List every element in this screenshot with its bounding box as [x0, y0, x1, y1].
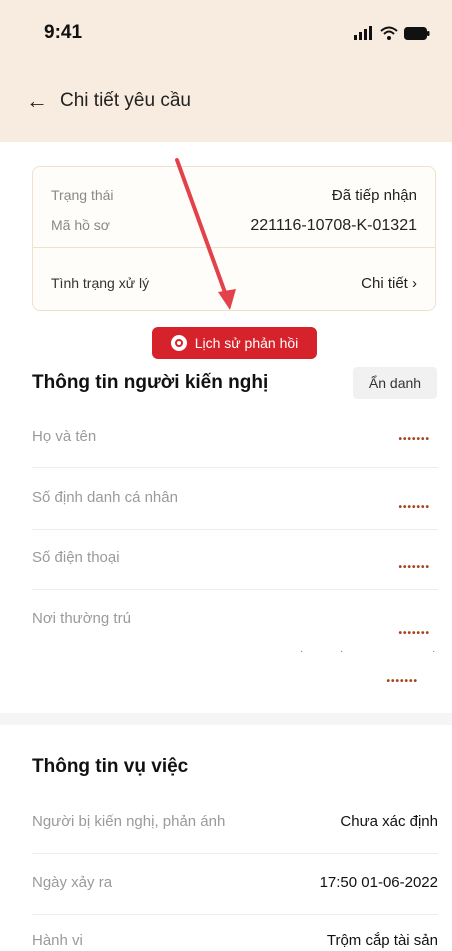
field-permanent-address: Nơi thường trú ••••••• · · · •••••••: [32, 610, 438, 710]
masked-value: •••••••: [398, 562, 430, 573]
header: 9:41 ← Chi tiết yêu cầu: [0, 0, 452, 142]
row-divider: [32, 529, 438, 530]
row-divider: [32, 589, 438, 590]
back-arrow-icon[interactable]: ←: [26, 88, 52, 114]
masked-value: •••••••: [398, 502, 430, 513]
history-button-label: Lịch sử phản hồi: [194, 335, 299, 351]
separator-dot: ·: [340, 646, 344, 657]
field-label: Số điện thoại: [32, 549, 120, 566]
status-row: Trạng thái Đã tiếp nhận: [51, 187, 417, 204]
case-row-date: Ngày xảy ra 17:50 01-06-2022: [32, 874, 438, 915]
processing-label: Tình trạng xử lý: [51, 275, 150, 291]
field-personal-id: Số định danh cá nhân •••••••: [32, 489, 438, 531]
status-card: Trạng thái Đã tiếp nhận Mã hồ sơ 221116-…: [32, 166, 436, 311]
case-label: Hành vi: [32, 932, 83, 949]
signal-icon: [354, 26, 372, 40]
case-label: Ngày xảy ra: [32, 874, 113, 891]
history-button[interactable]: Lịch sử phản hồi: [152, 327, 317, 359]
field-label: Số định danh cá nhân: [32, 489, 178, 506]
field-label: Nơi thường trú: [32, 610, 131, 627]
annotation-arrow-icon: [175, 158, 236, 310]
case-value: 17:50 01-06-2022: [319, 874, 438, 891]
page-title: Chi tiết yêu cầu: [60, 90, 191, 111]
case-value: Chưa xác định: [340, 813, 438, 830]
row-divider: [32, 853, 438, 854]
field-phone: Số điện thoại •••••••: [32, 549, 438, 591]
case-section-title: Thông tin vụ việc: [32, 756, 189, 777]
masked-value-2: •••••••: [386, 676, 418, 687]
field-full-name: Họ và tên •••••••: [32, 428, 438, 468]
separator-dot: ·: [432, 646, 436, 657]
case-value: Trộm cắp tài sản: [326, 932, 438, 949]
status-value: Đã tiếp nhận: [331, 187, 417, 204]
status-time: 9:41: [44, 22, 83, 43]
masked-value: •••••••: [398, 628, 430, 639]
status-icons: [354, 26, 430, 40]
file-row: Mã hồ sơ 221116-10708-K-01321: [51, 217, 417, 235]
chevron-right-icon: ›: [412, 275, 417, 292]
case-row-accused: Người bị kiến nghị, phản ánh Chưa xác đị…: [32, 813, 438, 854]
row-divider: [32, 914, 438, 915]
status-label: Trạng thái: [51, 187, 114, 203]
history-icon: [170, 335, 187, 351]
card-divider: [33, 247, 435, 248]
anonymous-badge: Ẩn danh: [353, 367, 437, 399]
section-separator: [0, 713, 452, 725]
petitioner-section-title: Thông tin người kiến nghị: [32, 372, 269, 393]
masked-value: •••••••: [398, 434, 430, 445]
case-label: Người bị kiến nghị, phản ánh: [32, 813, 226, 830]
battery-icon: [404, 26, 430, 40]
row-divider: [32, 467, 438, 468]
field-label: Họ và tên: [32, 428, 97, 445]
case-row-behavior: Hành vi Trộm cắp tài sản: [32, 932, 438, 951]
nav-bar: ← Chi tiết yêu cầu: [26, 88, 191, 114]
processing-row[interactable]: Tình trạng xử lý Chi tiết ›: [51, 275, 417, 292]
wifi-icon: [380, 26, 398, 40]
separator-dot: ·: [300, 646, 304, 657]
file-label: Mã hồ sơ: [51, 217, 110, 233]
detail-link[interactable]: Chi tiết ›: [361, 275, 417, 292]
file-value: 221116-10708-K-01321: [250, 217, 417, 234]
detail-link-label: Chi tiết: [361, 275, 408, 292]
